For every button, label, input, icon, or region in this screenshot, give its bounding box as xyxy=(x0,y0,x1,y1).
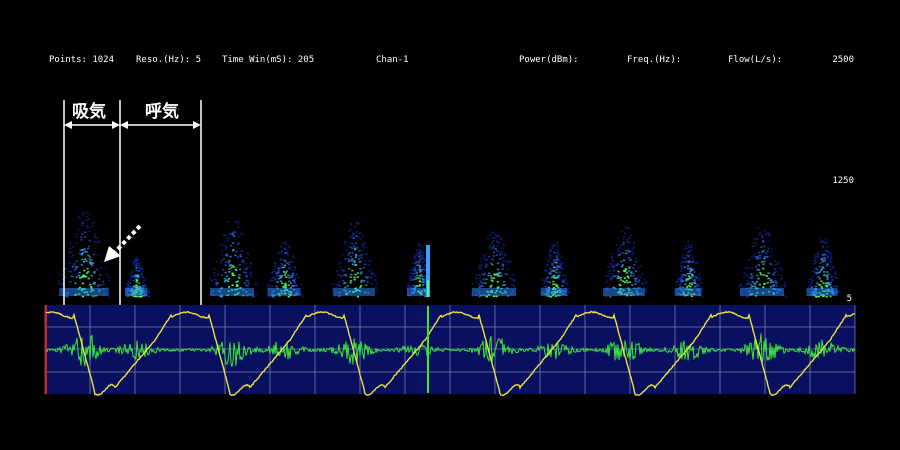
display-canvas xyxy=(44,100,856,397)
spectrogram xyxy=(57,211,841,298)
waveform-panel xyxy=(44,305,856,397)
inspiration-label: 吸気 xyxy=(72,102,106,122)
phase-markers xyxy=(63,100,202,305)
expiration-label: 呼気 xyxy=(145,102,179,122)
dashed-arrow-icon xyxy=(104,224,142,262)
